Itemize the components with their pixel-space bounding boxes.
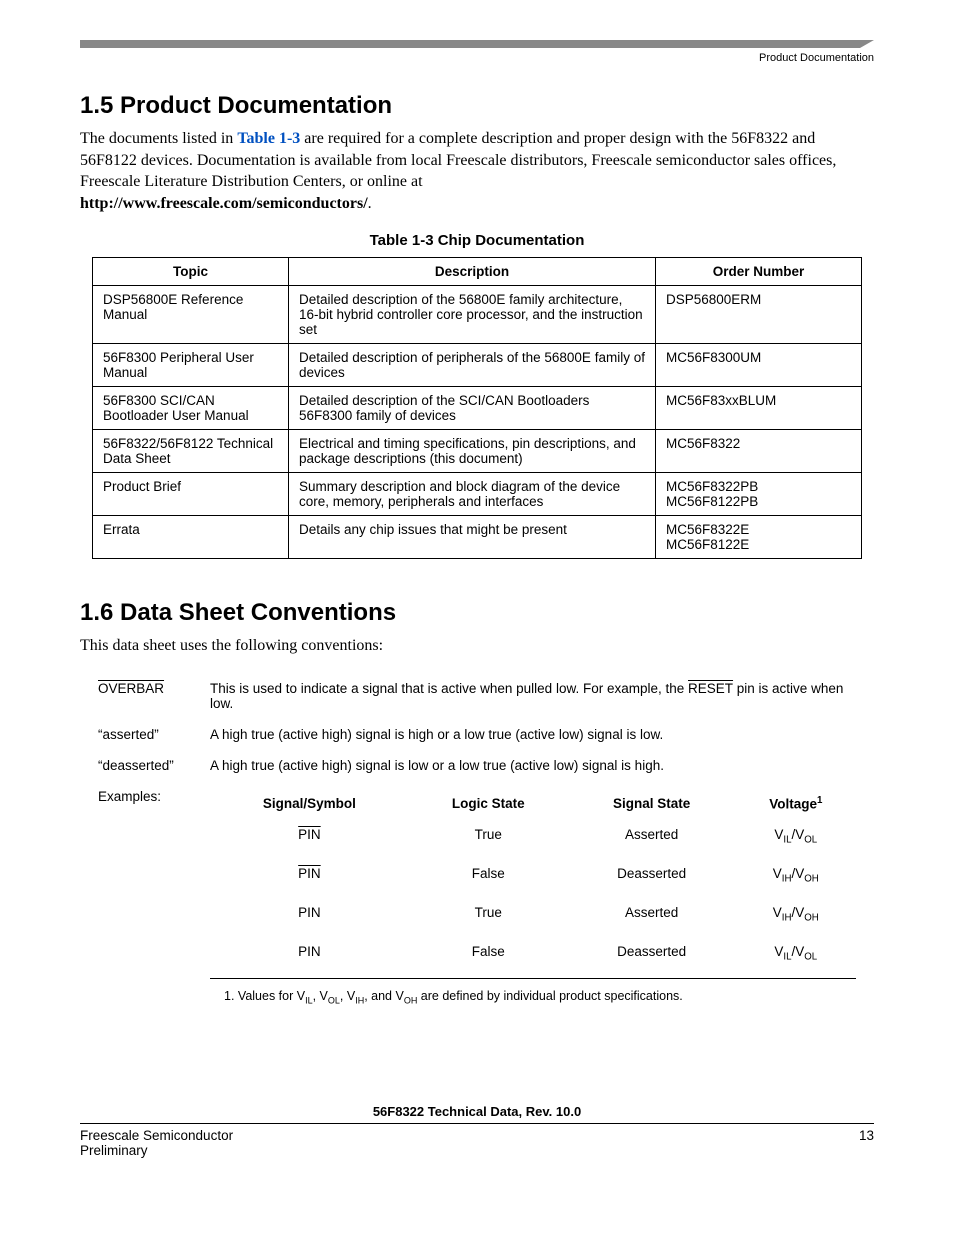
table-cell-order: MC56F8322 xyxy=(656,430,862,473)
deasserted-desc: A high true (active high) signal is low … xyxy=(204,750,862,781)
table-cell-topic: DSP56800E Reference Manual xyxy=(93,286,289,344)
ex-header-voltage: Voltage1 xyxy=(736,789,856,818)
table-cell-desc: Summary description and block diagram of… xyxy=(289,473,656,516)
footer-left: Freescale Semiconductor Preliminary xyxy=(80,1128,233,1158)
ex-cell-logic: False xyxy=(409,856,568,895)
header-section-label: Product Documentation xyxy=(80,52,874,64)
ex-cell-logic: True xyxy=(409,895,568,934)
section-1-5-heading: 1.5 Product Documentation xyxy=(80,92,874,120)
ex-cell-signal: PIN xyxy=(210,934,409,973)
footnote-num: 1. xyxy=(224,989,238,1003)
section-1-6-heading: 1.6 Data Sheet Conventions xyxy=(80,599,874,627)
asserted-desc: A high true (active high) signal is high… xyxy=(204,719,862,750)
table-header-description: Description xyxy=(289,258,656,286)
table-cell-topic: Errata xyxy=(93,516,289,559)
chip-documentation-table: Topic Description Order Number DSP56800E… xyxy=(92,257,862,559)
footer-status: Preliminary xyxy=(80,1143,148,1158)
footer-doc-title: 56F8322 Technical Data, Rev. 10.0 xyxy=(80,1104,874,1124)
table-cell-desc: Electrical and timing specifications, pi… xyxy=(289,430,656,473)
examples-cell: Signal/Symbol Logic State Signal State V… xyxy=(204,781,862,1014)
page-footer: 56F8322 Technical Data, Rev. 10.0 Freesc… xyxy=(80,1104,874,1158)
ex-header-voltage-sup: 1 xyxy=(817,795,822,806)
deasserted-term: “deasserted” xyxy=(92,750,204,781)
overbar-desc-signal: RESET xyxy=(688,681,733,696)
convention-row: “asserted” A high true (active high) sig… xyxy=(92,719,862,750)
table-cell-order: MC56F8322EMC56F8122E xyxy=(656,516,862,559)
ex-cell-voltage: VIH/VOH xyxy=(736,856,856,895)
ex-cell-state: Asserted xyxy=(568,895,736,934)
ex-cell-voltage: VIL/VOL xyxy=(736,934,856,973)
examples-row: Examples: Signal/Symbol Logic State Sign… xyxy=(92,781,862,1014)
ex-header-logic: Logic State xyxy=(409,789,568,818)
ex-header-voltage-text: Voltage xyxy=(769,796,817,811)
footnote-pre: Values for V xyxy=(238,989,305,1003)
example-row: PINFalseDeassertedVIL/VOL xyxy=(210,934,856,973)
table-cell-topic: 56F8300 SCI/CAN Bootloader User Manual xyxy=(93,387,289,430)
table-row: Product BriefSummary description and blo… xyxy=(93,473,862,516)
section-1-5-paragraph: The documents listed in Table 1-3 are re… xyxy=(80,128,874,214)
table-1-3-caption: Table 1-3 Chip Documentation xyxy=(80,232,874,249)
convention-row: “deasserted” A high true (active high) s… xyxy=(92,750,862,781)
ex-cell-signal: PIN xyxy=(210,856,409,895)
ex-cell-state: Asserted xyxy=(568,817,736,856)
table-row: ErrataDetails any chip issues that might… xyxy=(93,516,862,559)
table-cell-desc: Detailed description of peripherals of t… xyxy=(289,344,656,387)
table-header-topic: Topic xyxy=(93,258,289,286)
table-row: 56F8300 Peripheral User ManualDetailed d… xyxy=(93,344,862,387)
example-row: PINTrueAssertedVIL/VOL xyxy=(210,817,856,856)
ex-cell-logic: True xyxy=(409,817,568,856)
overbar-term: OVERBAR xyxy=(92,673,204,719)
table-header-order: Order Number xyxy=(656,258,862,286)
section-1-6-intro: This data sheet uses the following conve… xyxy=(80,635,874,657)
table-cell-desc: Details any chip issues that might be pr… xyxy=(289,516,656,559)
table-cell-order: MC56F8322PBMC56F8122PB xyxy=(656,473,862,516)
ex-header-signal: Signal/Symbol xyxy=(210,789,409,818)
asserted-term: “asserted” xyxy=(92,719,204,750)
documentation-url: http://www.freescale.com/semiconductors/ xyxy=(80,195,368,212)
ex-cell-voltage: VIL/VOL xyxy=(736,817,856,856)
conventions-table: OVERBAR This is used to indicate a signa… xyxy=(92,673,862,1014)
example-row: PINTrueAssertedVIH/VOH xyxy=(210,895,856,934)
overbar-desc-pre: This is used to indicate a signal that i… xyxy=(210,681,688,696)
overbar-term-text: OVERBAR xyxy=(98,681,164,696)
table-cell-desc: Detailed description of the 56800E famil… xyxy=(289,286,656,344)
ex-cell-state: Deasserted xyxy=(568,856,736,895)
header-decor-bar xyxy=(80,40,874,48)
table-1-3-link[interactable]: Table 1-3 xyxy=(237,130,300,147)
ex-cell-signal: PIN xyxy=(210,895,409,934)
para-text: The documents listed in xyxy=(80,130,237,147)
ex-cell-signal: PIN xyxy=(210,817,409,856)
table-cell-topic: Product Brief xyxy=(93,473,289,516)
footer-company: Freescale Semiconductor xyxy=(80,1128,233,1143)
examples-table: Signal/Symbol Logic State Signal State V… xyxy=(210,789,856,972)
table-row: 56F8300 SCI/CAN Bootloader User ManualDe… xyxy=(93,387,862,430)
ex-header-state: Signal State xyxy=(568,789,736,818)
table-cell-topic: 56F8300 Peripheral User Manual xyxy=(93,344,289,387)
table-row: 56F8322/56F8122 Technical Data SheetElec… xyxy=(93,430,862,473)
ex-cell-state: Deasserted xyxy=(568,934,736,973)
table-cell-order: MC56F83xxBLUM xyxy=(656,387,862,430)
footer-page-number: 13 xyxy=(859,1128,874,1158)
ex-cell-logic: False xyxy=(409,934,568,973)
table-row: DSP56800E Reference ManualDetailed descr… xyxy=(93,286,862,344)
footnote-rest: are defined by individual product specif… xyxy=(417,989,682,1003)
table-cell-order: MC56F8300UM xyxy=(656,344,862,387)
table-cell-topic: 56F8322/56F8122 Technical Data Sheet xyxy=(93,430,289,473)
examples-footnote: 1. Values for VIL, VOL, VIH, and VOH are… xyxy=(224,989,856,1006)
convention-row: OVERBAR This is used to indicate a signa… xyxy=(92,673,862,719)
examples-label: Examples: xyxy=(92,781,204,1014)
table-cell-order: DSP56800ERM xyxy=(656,286,862,344)
overbar-desc: This is used to indicate a signal that i… xyxy=(204,673,862,719)
para-text: . xyxy=(368,195,372,212)
table-cell-desc: Detailed description of the SCI/CAN Boot… xyxy=(289,387,656,430)
ex-cell-voltage: VIH/VOH xyxy=(736,895,856,934)
example-row: PINFalseDeassertedVIH/VOH xyxy=(210,856,856,895)
